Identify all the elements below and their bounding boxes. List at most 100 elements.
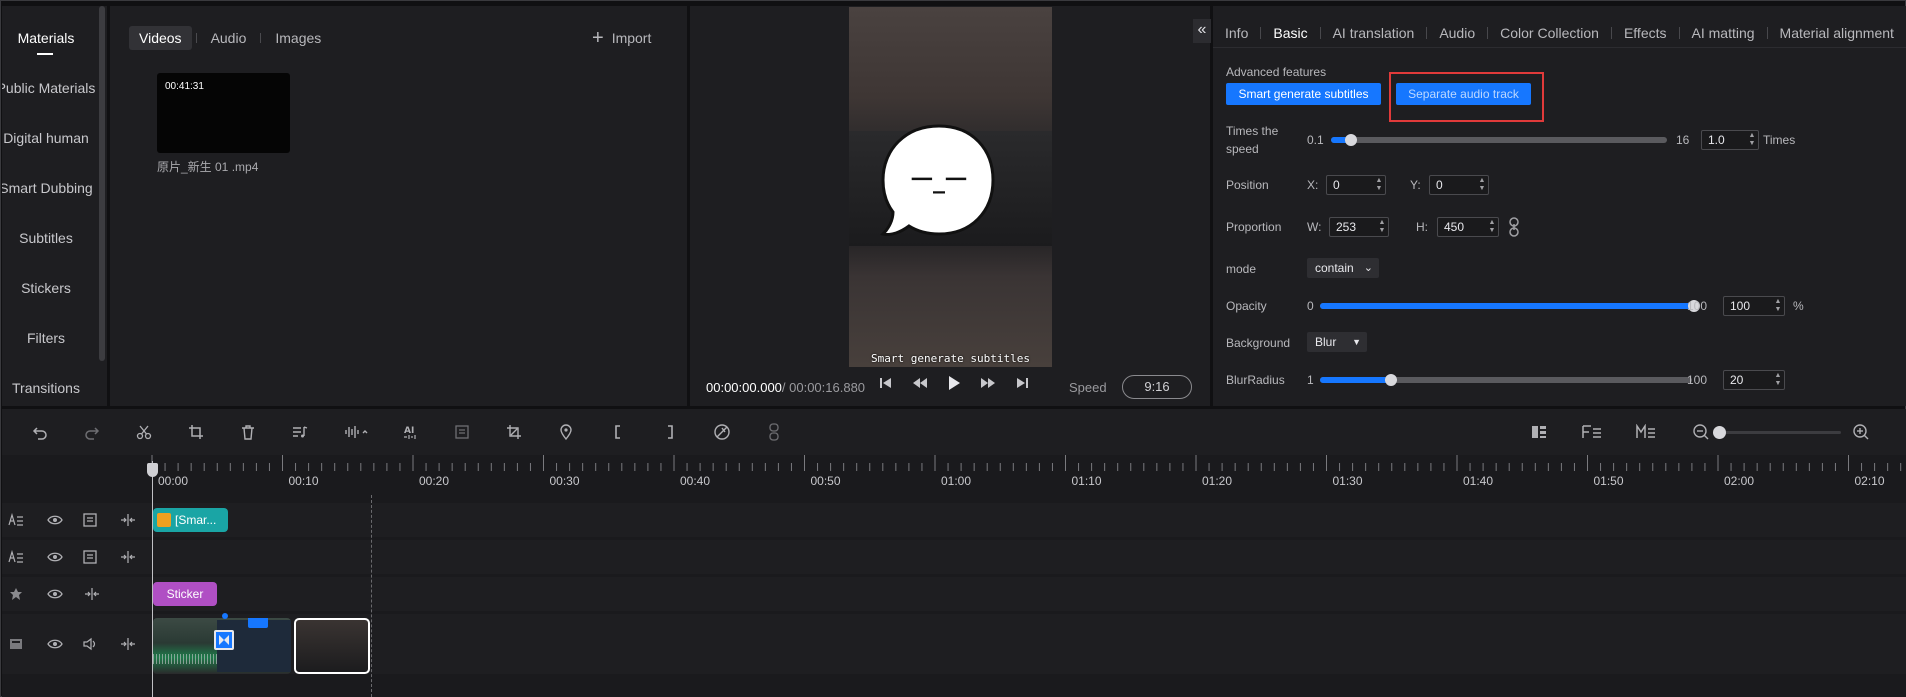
fast-forward-icon[interactable] <box>980 375 996 391</box>
position-y-input[interactable]: 0 ▲ ▼ <box>1429 175 1489 195</box>
stepper-icon[interactable]: ▲ ▼ <box>1478 177 1486 193</box>
tab-audio[interactable]: Audio <box>201 26 257 50</box>
stepper-icon[interactable]: ▲ ▼ <box>1748 132 1756 148</box>
nav-stickers[interactable]: Stickers <box>2 280 90 296</box>
eye-icon[interactable] <box>47 586 63 602</box>
sidebar-scrollbar[interactable] <box>99 6 105 361</box>
opacity-input[interactable]: 100 ▲ ▼ <box>1723 296 1785 316</box>
position-y-label: Y: <box>1410 178 1421 192</box>
position-x-input[interactable]: 0 ▲ ▼ <box>1326 175 1386 195</box>
stepper-icon[interactable]: ▲ ▼ <box>1774 298 1782 314</box>
collapse-panel-icon[interactable]: « <box>1193 19 1211 43</box>
notes-icon[interactable] <box>82 549 98 565</box>
split-track-icon[interactable] <box>120 636 136 652</box>
split-track-icon[interactable] <box>120 512 136 528</box>
playhead[interactable] <box>152 461 153 697</box>
proportion-w-value: 253 <box>1336 220 1357 234</box>
crop-icon[interactable] <box>185 421 207 443</box>
tab-audio-props[interactable]: Audio <box>1427 25 1487 41</box>
proportion-h-input[interactable]: 450 ▲ ▼ <box>1437 217 1499 237</box>
mark-out-icon[interactable] <box>659 421 681 443</box>
zoom-slider-track[interactable] <box>1716 431 1841 434</box>
skip-end-icon[interactable] <box>1014 375 1030 391</box>
nav-materials[interactable]: Materials <box>2 30 90 46</box>
speed-slider-track[interactable] <box>1331 137 1667 143</box>
mode-select[interactable]: contain ⌄ <box>1307 258 1379 278</box>
split-scissors-icon[interactable] <box>133 421 155 443</box>
fit-timeline-icon[interactable] <box>1580 421 1604 443</box>
nav-subtitles[interactable]: Subtitles <box>2 230 90 246</box>
undo-icon[interactable] <box>29 421 51 443</box>
stepper-icon[interactable]: ▲ ▼ <box>1774 372 1782 388</box>
stepper-icon[interactable]: ▲ ▼ <box>1378 219 1386 235</box>
subtitle-clip[interactable]: [Smar... <box>153 508 228 532</box>
magnet-snap-icon[interactable] <box>1634 421 1658 443</box>
tab-divider <box>260 33 262 43</box>
eye-icon[interactable] <box>47 636 63 652</box>
zoom-slider-handle[interactable] <box>1713 426 1726 439</box>
nav-filters[interactable]: Filters <box>2 330 90 346</box>
nav-smart-dubbing[interactable]: Smart Dubbing <box>2 180 96 196</box>
tab-color-collection[interactable]: Color Collection <box>1488 25 1611 41</box>
blur-radius-slider-handle[interactable] <box>1385 374 1397 386</box>
proportion-w-input[interactable]: 253 ▲ ▼ <box>1329 217 1389 237</box>
mark-in-icon[interactable] <box>607 421 629 443</box>
sticker-clip[interactable]: Sticker <box>153 582 217 606</box>
split-track-icon[interactable] <box>120 549 136 565</box>
tab-material-alignment[interactable]: Material alignment <box>1768 25 1906 41</box>
timeline-ruler[interactable]: 00:00 00:10 00:20 00:30 00:40 00:50 01:00 01:10… <box>2 455 1906 495</box>
stepper-icon[interactable]: ▲ ▼ <box>1375 177 1383 193</box>
video-thumbnail[interactable]: 00:41:31 <box>157 73 290 153</box>
volume-icon[interactable] <box>82 636 98 652</box>
play-icon[interactable] <box>946 375 962 391</box>
transform-crop-icon[interactable] <box>503 421 525 443</box>
waveform-icon[interactable] <box>343 421 371 443</box>
nav-public-materials[interactable]: Public Materials <box>2 80 96 96</box>
tab-ai-matting[interactable]: AI matting <box>1680 25 1767 41</box>
video-clip-2[interactable] <box>294 618 370 674</box>
audio-list-icon[interactable] <box>289 421 311 443</box>
speed-input[interactable]: 1.0 ▲ ▼ <box>1701 130 1759 150</box>
tab-basic[interactable]: Basic <box>1261 25 1319 41</box>
nav-transitions[interactable]: Transitions <box>2 380 90 396</box>
tab-effects[interactable]: Effects <box>1612 25 1679 41</box>
video-canvas[interactable]: ㅡ_ㅡ Smart generate subtitles <box>849 7 1052 367</box>
aspect-ratio-button[interactable]: 9:16 <box>1122 375 1192 399</box>
nav-digital-human[interactable]: Digital human <box>2 130 90 146</box>
ruler-time-label: 02:10 <box>1854 474 1885 488</box>
blur-radius-input[interactable]: 20 ▲ ▼ <box>1723 370 1785 390</box>
speed-slider-handle[interactable] <box>1345 134 1357 146</box>
ai-icon[interactable]: AI <box>401 421 423 443</box>
transition-icon[interactable] <box>214 630 234 650</box>
split-track-icon[interactable] <box>84 586 100 602</box>
keyframe-dot[interactable] <box>222 613 228 619</box>
subtitle-box-icon[interactable] <box>451 421 473 443</box>
link-ratio-icon[interactable] <box>1509 217 1519 237</box>
background-select[interactable]: Blur ▼ <box>1307 332 1367 352</box>
zoom-in-icon[interactable] <box>1850 421 1872 443</box>
tab-videos[interactable]: Videos <box>129 26 192 50</box>
redo-icon[interactable] <box>81 421 103 443</box>
tab-info[interactable]: Info <box>1213 25 1260 41</box>
tab-ai-translation[interactable]: AI translation <box>1321 25 1427 41</box>
separate-audio-track-button[interactable]: Separate audio track <box>1396 83 1531 105</box>
tab-images[interactable]: Images <box>265 26 331 50</box>
zoom-out-icon[interactable] <box>1690 421 1712 443</box>
speech-bubble-sticker[interactable]: ㅡ_ㅡ <box>877 122 997 247</box>
rewind-icon[interactable] <box>912 375 928 391</box>
speed-ramp-icon[interactable] <box>711 421 733 443</box>
eye-icon[interactable] <box>47 512 63 528</box>
playhead-handle[interactable] <box>147 463 158 477</box>
eye-icon[interactable] <box>47 549 63 565</box>
stepper-icon[interactable]: ▲ ▼ <box>1488 219 1496 235</box>
import-button[interactable]: + Import <box>592 28 652 48</box>
track-height-icon[interactable] <box>1528 421 1550 443</box>
proportion-h-label: H: <box>1416 220 1428 234</box>
marker-pin-icon[interactable] <box>555 421 577 443</box>
link-clip-icon[interactable] <box>763 421 785 443</box>
smart-generate-subtitles-button[interactable]: Smart generate subtitles <box>1226 83 1381 105</box>
notes-icon[interactable] <box>82 512 98 528</box>
import-label: Import <box>611 30 652 46</box>
skip-start-icon[interactable] <box>878 375 894 391</box>
delete-icon[interactable] <box>237 421 259 443</box>
